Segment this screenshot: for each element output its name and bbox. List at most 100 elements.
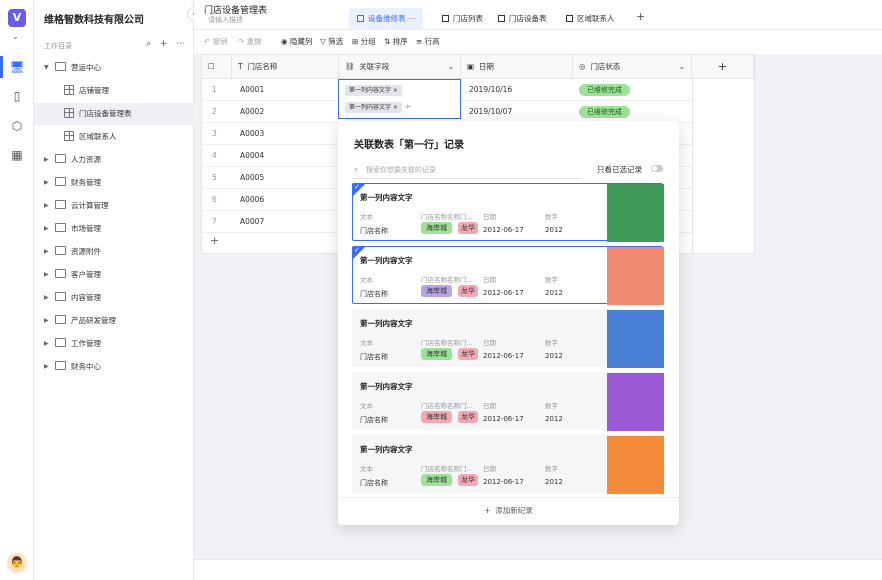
tab-store-equipment[interactable]: 门店设备表 xyxy=(490,8,555,30)
sidebar-item-7[interactable]: ▶ 市场管理 xyxy=(34,218,194,240)
date-cell[interactable]: 2019/10/07 xyxy=(469,101,512,123)
add-column-button[interactable]: + xyxy=(692,55,754,79)
sidebar-item-5[interactable]: ▶ 财务管理 xyxy=(34,172,194,194)
column-header-status[interactable]: ◎ 门店状态 ⌄ xyxy=(573,55,692,79)
store-name-cell[interactable]: A0003 xyxy=(240,123,264,145)
expand-arrow-icon[interactable]: ▼ xyxy=(44,64,49,71)
date-value: 2012-06-17 xyxy=(483,289,524,297)
sidebar-item-8[interactable]: ▶ 资源附件 xyxy=(34,241,194,263)
row-height-button[interactable]: ≡ 行高 xyxy=(416,36,440,47)
expand-arrow-icon[interactable]: ▶ xyxy=(44,179,49,186)
expand-arrow-icon[interactable]: ▶ xyxy=(44,156,49,163)
sidebar-item-label: 财务管理 xyxy=(71,178,101,187)
column-header-date[interactable]: ▣ 日期 xyxy=(461,55,573,79)
only-selected-toggle[interactable] xyxy=(651,165,663,172)
store-name-cell[interactable]: A0006 xyxy=(240,189,264,211)
record-title: 第一列内容文字 xyxy=(360,193,413,202)
tab-store-list[interactable]: 门店列表 xyxy=(434,8,491,30)
expand-arrow-icon[interactable]: ▶ xyxy=(44,202,49,209)
sidebar-item-12[interactable]: ▶ 工作管理 xyxy=(34,333,194,355)
app-logo[interactable]: V xyxy=(8,9,26,27)
sidebar-item-11[interactable]: ▶ 产品研发管理 xyxy=(34,310,194,332)
store-name-cell[interactable]: A0001 xyxy=(240,79,264,101)
record-card[interactable]: 第一列内容文字 文本 门店名称名称门... 日期 数字 门店名称 海岸城 龙华 2012-06-… xyxy=(352,309,664,368)
avatar[interactable]: 👨 xyxy=(7,553,27,573)
sidebar-item-1[interactable]: 店铺管理 xyxy=(34,80,194,102)
link-cell-editor[interactable]: 第一列内容文字 × 第一列内容文字 × + xyxy=(338,79,461,119)
sidebar-item-9[interactable]: ▶ 客户管理 xyxy=(34,264,194,286)
date-cell[interactable]: 2019/10/16 xyxy=(469,79,512,101)
sidebar-item-3[interactable]: 区域联系人 xyxy=(34,126,194,148)
column-header-store-name[interactable]: T 门店名称 xyxy=(232,55,339,79)
row-index: 4 xyxy=(212,151,217,160)
expand-arrow-icon[interactable]: ▶ xyxy=(44,363,49,370)
sidebar-item-13[interactable]: ▶ 财务中心 xyxy=(34,356,194,378)
field-label: 数字 xyxy=(545,276,558,284)
status-cell[interactable]: 已维修完成 xyxy=(579,79,630,101)
record-card[interactable]: ✓ 第一列内容文字 文本 门店名称名称门... 日期 数字 门店名称 海岸城 龙华 2012-06… xyxy=(352,246,664,305)
sidebar-item-label: 产品研发管理 xyxy=(71,316,116,325)
add-row-button[interactable]: + xyxy=(210,234,219,247)
record-card[interactable]: 第一列内容文字 文本 门店名称名称门... 日期 数字 门店名称 海岸城 龙华 2012-06-… xyxy=(352,435,664,494)
folder-icon xyxy=(55,154,66,163)
sidebar-item-2[interactable]: 门店设备管理表 xyxy=(34,103,194,125)
sort-button[interactable]: ⇅ 排序 xyxy=(384,36,408,47)
hide-label: 隐藏列 xyxy=(289,37,313,46)
folder-icon xyxy=(55,338,66,347)
sidebar-item-label: 内容管理 xyxy=(71,293,101,302)
store-name-cell[interactable]: A0005 xyxy=(240,167,264,189)
row-index: 2 xyxy=(212,107,217,116)
expand-arrow-icon[interactable]: ▶ xyxy=(44,271,49,278)
expand-arrow-icon[interactable]: ▶ xyxy=(44,340,49,347)
record-card[interactable]: ✓ 第一列内容文字 文本 门店名称名称门... 日期 数字 门店名称 海岸城 龙华 2012-06… xyxy=(352,183,664,242)
undo-button[interactable]: ↶ 撤销 xyxy=(204,36,228,47)
sidebar-item-10[interactable]: ▶ 内容管理 xyxy=(34,287,194,309)
status-cell[interactable]: 已维修完成 xyxy=(579,101,630,123)
record-card[interactable]: 第一列内容文字 文本 门店名称名称门... 日期 数字 门店名称 海岸城 龙华 2012-06-… xyxy=(352,372,664,431)
record-thumbnail xyxy=(607,373,664,431)
folder-icon xyxy=(55,361,66,370)
sidebar-item-6[interactable]: ▶ 云计算管理 xyxy=(34,195,194,217)
expand-arrow-icon[interactable]: ▶ xyxy=(44,248,49,255)
more-icon[interactable]: ⋯ xyxy=(408,14,416,23)
expand-arrow-icon[interactable]: ▶ xyxy=(44,317,49,324)
hide-columns-button[interactable]: ◉ 隐藏列 xyxy=(281,36,312,47)
field-value: 门店名称 xyxy=(360,353,388,361)
add-record-button[interactable]: + 添加新纪录 xyxy=(338,497,679,525)
chevron-down-icon[interactable]: ⌄ xyxy=(12,32,19,41)
field-label: 门店名称名称门... xyxy=(421,339,473,347)
column-header-link[interactable]: ⛓ 关联字段 ⌄ xyxy=(339,55,461,79)
sidebar-item-4[interactable]: ▶ 人力资源 xyxy=(34,149,194,171)
tab-repair[interactable]: 设备维修表 ⋯ xyxy=(349,8,424,30)
option-tag: 海岸城 xyxy=(421,474,452,486)
store-name-cell[interactable]: A0002 xyxy=(240,101,264,123)
notebook-icon[interactable]: ▯ xyxy=(9,88,25,104)
popup-title: 关联数表「第一行」记录 xyxy=(354,140,464,151)
row-index: 6 xyxy=(212,195,217,204)
status-bar xyxy=(194,559,882,580)
expand-arrow-icon[interactable]: ▶ xyxy=(44,225,49,232)
add-view-button[interactable]: + xyxy=(636,10,645,23)
cube-icon[interactable]: ⬡ xyxy=(9,118,25,134)
option-tag: 海岸城 xyxy=(421,411,452,423)
expand-arrow-icon[interactable]: ▶ xyxy=(44,294,49,301)
folder-icon xyxy=(55,246,66,255)
group-button[interactable]: ⊞ 分组 xyxy=(352,36,376,47)
tab-region-contacts[interactable]: 区域联系人 xyxy=(558,8,623,30)
select-all-checkbox[interactable]: ☐ xyxy=(202,55,232,79)
filter-button[interactable]: ▽ 筛选 xyxy=(320,36,343,47)
sheet-description[interactable]: 请输入描述 xyxy=(208,15,243,25)
only-selected-label: 只看已选记录 xyxy=(597,165,642,174)
search-input[interactable]: 搜索你想要关联的记录 xyxy=(352,163,580,179)
store-name-cell[interactable]: A0007 xyxy=(240,211,264,233)
field-label: 数字 xyxy=(545,339,558,347)
record-thumbnail xyxy=(607,184,664,242)
number-value: 2012 xyxy=(545,289,563,297)
redo-button[interactable]: ↷ 重做 xyxy=(238,36,262,47)
store-name-cell[interactable]: A0004 xyxy=(240,145,264,167)
sidebar-item-0[interactable]: ▼ 营运中心 xyxy=(34,57,194,79)
workbench-icon[interactable]: 🖥 xyxy=(9,59,25,75)
template-icon[interactable]: ▦ xyxy=(9,147,25,163)
sidebar-item-label: 客户管理 xyxy=(71,270,101,279)
workspace-tools[interactable]: ⌕ + ⋯ xyxy=(146,39,188,49)
